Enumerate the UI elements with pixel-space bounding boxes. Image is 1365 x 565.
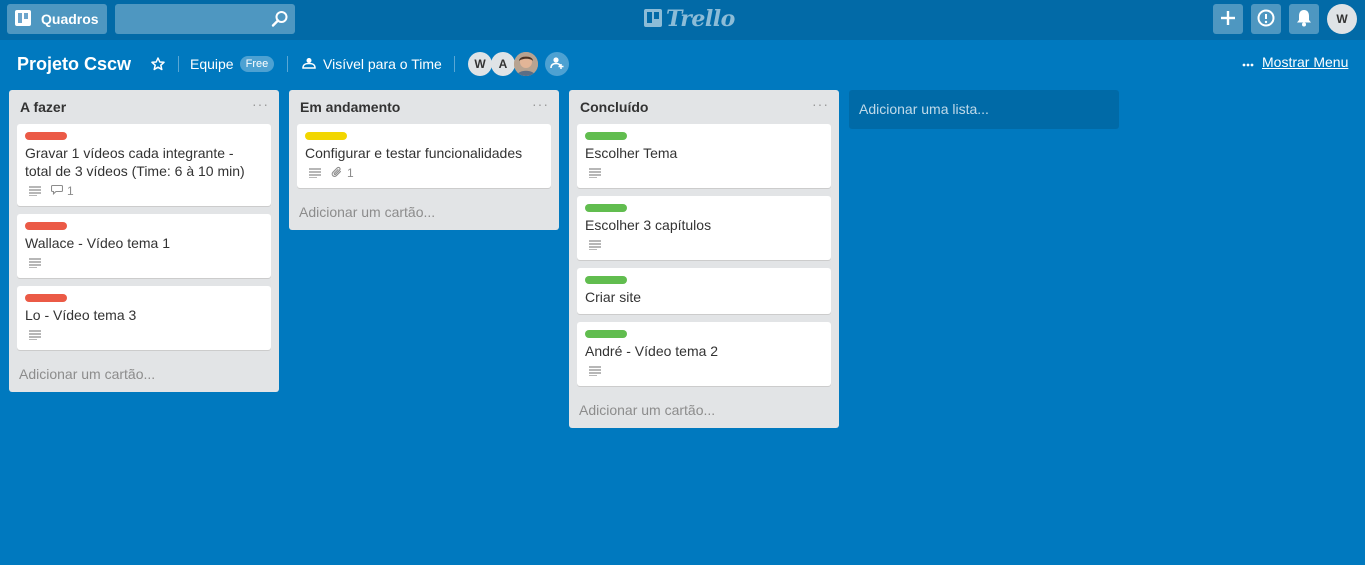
card-title: Gravar 1 vídeos cada integrante - total … <box>25 145 245 179</box>
card[interactable]: Escolher 3 capítulos <box>577 196 831 260</box>
description-icon <box>29 186 41 196</box>
card-label <box>585 204 627 212</box>
board-title[interactable]: Projeto Cscw <box>17 53 131 75</box>
show-menu-label: Mostrar Menu <box>1262 54 1349 70</box>
card-label <box>585 330 627 338</box>
member-avatar[interactable]: A <box>491 52 515 76</box>
card-label <box>25 294 67 302</box>
card-title: Criar site <box>585 289 642 305</box>
list-title[interactable]: Concluído <box>580 99 648 115</box>
plan-badge: Free <box>239 56 275 72</box>
card[interactable]: Lo - Vídeo tema 3 <box>17 286 271 350</box>
add-member-button[interactable] <box>545 52 569 76</box>
attachments-badge: 1 <box>331 166 354 181</box>
info-icon <box>1257 9 1275 30</box>
user-avatar[interactable]: W <box>1327 4 1357 34</box>
list-menu-icon[interactable]: ··· <box>532 96 549 112</box>
card[interactable]: Escolher Tema <box>577 124 831 188</box>
list-menu-icon[interactable]: ··· <box>812 96 829 112</box>
logo-text: Trello <box>666 6 735 32</box>
add-button[interactable] <box>1213 4 1243 34</box>
list-menu-icon[interactable]: ··· <box>252 96 269 112</box>
description-icon <box>309 168 321 178</box>
search-box[interactable] <box>115 4 295 34</box>
divider <box>454 56 455 72</box>
description-icon <box>589 168 601 178</box>
list-header[interactable]: Em andamento ··· <box>289 90 559 124</box>
card-label <box>585 132 627 140</box>
card-label <box>25 132 67 140</box>
add-card-button[interactable]: Adicionar um cartão... <box>289 196 559 230</box>
star-button[interactable] <box>151 56 165 76</box>
card[interactable]: Criar site <box>577 268 831 314</box>
description-icon <box>589 240 601 250</box>
search-icon[interactable] <box>271 10 289 31</box>
boards-icon <box>15 9 31 29</box>
visibility-button[interactable]: Visível para o Time <box>302 54 442 74</box>
more-icon <box>1242 54 1254 70</box>
card-title: Escolher Tema <box>585 145 678 161</box>
star-icon <box>151 56 165 76</box>
attachment-count: 1 <box>347 166 354 180</box>
card-title: André - Vídeo tema 2 <box>585 343 719 359</box>
team-visibility-icon <box>302 54 316 74</box>
description-icon <box>29 330 41 340</box>
team-label: Equipe <box>190 56 234 72</box>
team-button[interactable]: Equipe Free <box>190 54 275 74</box>
card[interactable]: Configurar e testar funcionalidades 1 <box>297 124 551 188</box>
card[interactable]: Gravar 1 vídeos cada integrante - total … <box>17 124 271 206</box>
add-card-button[interactable]: Adicionar um cartão... <box>9 358 279 392</box>
card-title: Lo - Vídeo tema 3 <box>25 307 137 323</box>
list-a-fazer: A fazer ··· Gravar 1 vídeos cada integra… <box>9 90 279 392</box>
add-member-icon <box>550 56 564 73</box>
boards-label: Quadros <box>41 11 99 27</box>
list-title[interactable]: A fazer <box>20 99 66 115</box>
description-icon <box>29 258 41 268</box>
notifications-button[interactable] <box>1289 4 1319 34</box>
show-menu-button[interactable]: Mostrar Menu <box>1242 54 1348 70</box>
list-concluido: Concluído ··· Escolher Tema Escolher 3 c… <box>569 90 839 428</box>
card[interactable]: André - Vídeo tema 2 <box>577 322 831 386</box>
search-input[interactable] <box>115 4 265 34</box>
add-list-button[interactable]: Adicionar uma lista... <box>849 90 1119 129</box>
member-photo-avatar[interactable] <box>514 52 538 76</box>
card-title: Wallace - Vídeo tema 1 <box>25 235 170 251</box>
divider <box>178 56 179 72</box>
comments-badge: 1 <box>50 184 74 198</box>
plus-icon <box>1220 10 1236 29</box>
list-title[interactable]: Em andamento <box>300 99 400 115</box>
list-header[interactable]: Concluído ··· <box>569 90 839 124</box>
card-label <box>25 222 67 230</box>
divider <box>287 56 288 72</box>
comment-count: 1 <box>67 184 74 198</box>
trello-logo[interactable]: Trello <box>644 6 735 32</box>
card-label <box>305 132 347 140</box>
card[interactable]: Wallace - Vídeo tema 1 <box>17 214 271 278</box>
paperclip-icon <box>331 166 343 181</box>
top-bar: Quadros Trello W <box>0 0 1365 40</box>
info-button[interactable] <box>1251 4 1281 34</box>
list-header[interactable]: A fazer ··· <box>9 90 279 124</box>
card-title: Escolher 3 capítulos <box>585 217 712 233</box>
bell-icon <box>1296 9 1312 30</box>
member-avatar[interactable]: W <box>468 52 492 76</box>
card-label <box>585 276 627 284</box>
visibility-label: Visível para o Time <box>323 56 442 72</box>
list-em-andamento: Em andamento ··· Configurar e testar fun… <box>289 90 559 230</box>
boards-button[interactable]: Quadros <box>7 4 107 34</box>
comment-icon <box>50 184 64 198</box>
card-title: Configurar e testar funcionalidades <box>305 145 523 161</box>
description-icon <box>589 366 601 376</box>
add-card-button[interactable]: Adicionar um cartão... <box>569 394 839 428</box>
trello-logo-icon <box>644 8 662 30</box>
